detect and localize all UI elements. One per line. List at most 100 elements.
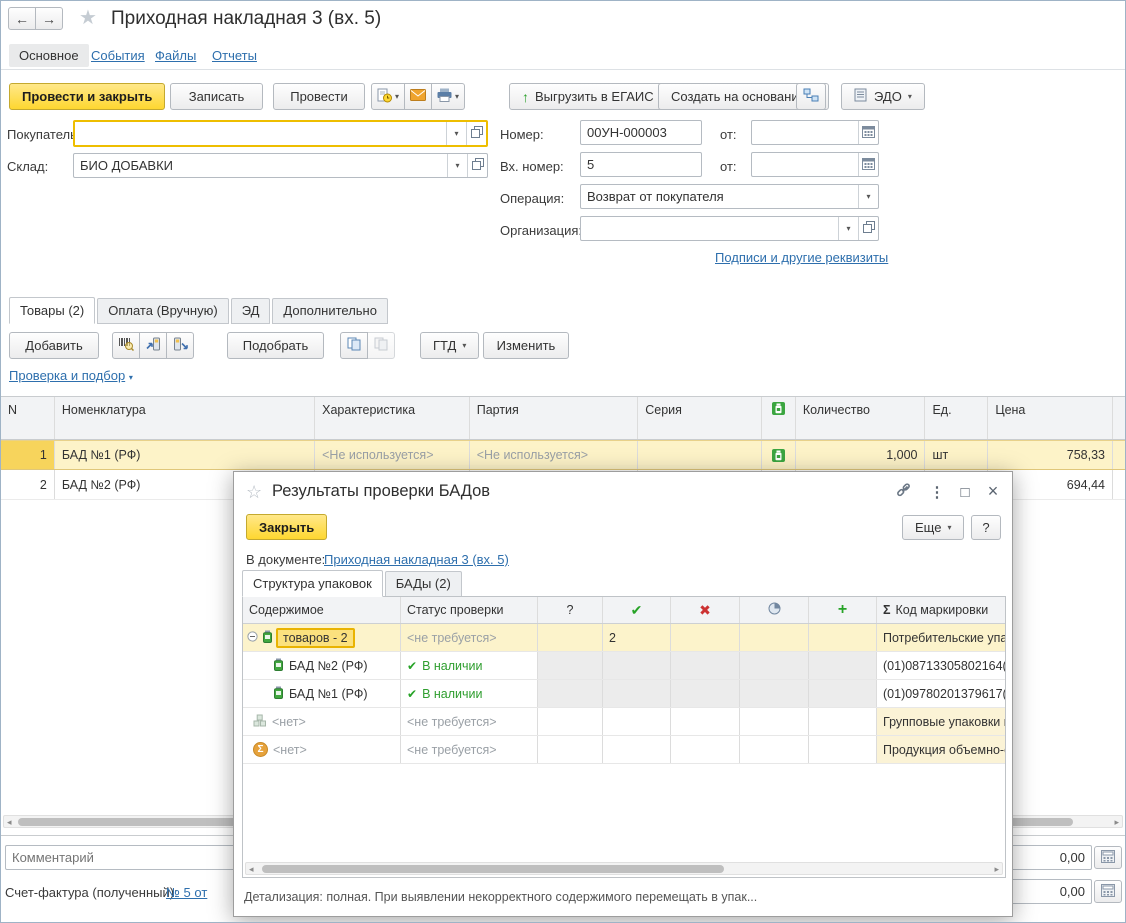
organization-combo[interactable]: ▾ bbox=[580, 216, 879, 241]
forward-button[interactable]: → bbox=[35, 7, 63, 30]
paste-rows-button[interactable] bbox=[367, 332, 395, 359]
scroll-right-icon[interactable]: ▸ bbox=[994, 863, 999, 876]
related-documents-button[interactable] bbox=[796, 83, 826, 110]
edo-button[interactable]: ЭДО ▾ bbox=[841, 83, 925, 110]
tab-ed[interactable]: ЭД bbox=[230, 298, 271, 324]
tab-goods[interactable]: Товары (2) bbox=[9, 297, 96, 324]
operation-dropdown[interactable]: ▾ bbox=[858, 185, 878, 208]
date-field[interactable] bbox=[751, 120, 879, 145]
maximize-icon[interactable]: □ bbox=[954, 482, 976, 502]
table-row[interactable]: <нет> <не требуется> Групповые упаковки … bbox=[243, 708, 1005, 736]
nav-main[interactable]: Основное bbox=[9, 44, 89, 67]
col-nomenclature[interactable]: Номенклатура bbox=[55, 397, 316, 439]
buyer-combo[interactable]: ▾ bbox=[73, 120, 488, 147]
table-row[interactable]: 1 БАД №1 (РФ) <Не используется> <Не испо… bbox=[1, 440, 1125, 470]
more-button[interactable]: Еще ▾ bbox=[902, 515, 965, 540]
tab-additional[interactable]: Дополнительно bbox=[272, 298, 388, 324]
calculator-button[interactable] bbox=[1094, 846, 1122, 869]
warehouse-dropdown[interactable]: ▾ bbox=[447, 154, 467, 177]
help-button[interactable]: ? bbox=[971, 515, 1001, 540]
copy-rows-button[interactable] bbox=[340, 332, 368, 359]
table-row[interactable]: БАД №1 (РФ) ✔ В наличии (01)0978020137961… bbox=[243, 680, 1005, 708]
calendar-button[interactable] bbox=[858, 153, 878, 176]
upload-egais-button[interactable]: ↑ Выгрузить в ЕГАИС bbox=[509, 83, 667, 110]
terminal-in-icon bbox=[145, 337, 161, 354]
get-link-button[interactable] bbox=[892, 482, 914, 502]
barcode-scan-button[interactable] bbox=[112, 332, 140, 359]
col-unit[interactable]: Ед. bbox=[925, 397, 989, 439]
collapse-icon[interactable] bbox=[247, 630, 258, 645]
operation-combo[interactable]: Возврат от покупателя ▾ bbox=[580, 184, 879, 209]
in-document-label: В документе: bbox=[246, 552, 326, 567]
number-field[interactable]: 00УН-000003 bbox=[580, 120, 702, 145]
col-marking-code[interactable]: Σ Код маркировки bbox=[877, 597, 1005, 623]
edo-label: ЭДО bbox=[874, 89, 902, 104]
dialog-close-button[interactable]: Закрыть bbox=[246, 514, 328, 540]
cell-found-count: 2 bbox=[603, 624, 671, 651]
check-and-pick-link[interactable]: Проверка и подбор ▾ bbox=[9, 368, 133, 383]
organization-open-button[interactable] bbox=[858, 217, 878, 240]
send-mail-button[interactable] bbox=[404, 83, 433, 110]
in-date-field[interactable] bbox=[751, 152, 879, 177]
buyer-open-button[interactable] bbox=[466, 122, 486, 145]
invoice-link[interactable]: № 5 от bbox=[166, 885, 207, 900]
calculator-button[interactable] bbox=[1094, 880, 1122, 903]
col-extra-found[interactable]: + bbox=[809, 597, 877, 623]
table-row[interactable]: товаров - 2 <не требуется> 2 Потребитель… bbox=[243, 624, 1005, 652]
warehouse-combo[interactable]: БИО ДОБАВКИ ▾ bbox=[73, 153, 488, 178]
pick-items-button[interactable]: Подобрать bbox=[227, 332, 324, 359]
post-button[interactable]: Провести bbox=[273, 83, 365, 110]
scroll-left-icon[interactable]: ◂ bbox=[7, 816, 12, 829]
close-icon[interactable]: × bbox=[982, 481, 1004, 501]
col-quantity[interactable]: Количество bbox=[796, 397, 926, 439]
organization-dropdown[interactable]: ▾ bbox=[838, 217, 858, 240]
check-results-table: Содержимое Статус проверки ? ✔ ✖ + Σ Код … bbox=[242, 596, 1006, 878]
save-button[interactable]: Записать bbox=[170, 83, 263, 110]
in-number-field[interactable]: 5 bbox=[580, 152, 702, 177]
table-row[interactable]: БАД №2 (РФ) ✔ В наличии (01)0871330580216… bbox=[243, 652, 1005, 680]
add-item-button[interactable]: Добавить bbox=[9, 332, 99, 359]
tab-package-structure[interactable]: Структура упаковок bbox=[242, 570, 383, 597]
col-found[interactable]: ✔ bbox=[603, 597, 671, 623]
favorite-star-icon[interactable]: ☆ bbox=[246, 482, 262, 503]
col-n[interactable]: N bbox=[1, 397, 55, 439]
tsd-load-button[interactable] bbox=[139, 332, 167, 359]
col-status[interactable]: Статус проверки bbox=[401, 597, 538, 623]
col-price[interactable]: Цена bbox=[988, 397, 1113, 439]
calendar-button[interactable] bbox=[858, 121, 878, 144]
caret-down-icon: ▾ bbox=[907, 91, 912, 101]
posting-details-button[interactable]: ▾ bbox=[371, 83, 406, 110]
dialog-table-hscrollbar[interactable]: ◂ ▸ bbox=[245, 862, 1003, 875]
col-batch[interactable]: Партия bbox=[470, 397, 639, 439]
edit-item-button[interactable]: Изменить bbox=[483, 332, 569, 359]
table-row[interactable]: Σ <нет> <не требуется> Продукция объемно… bbox=[243, 736, 1005, 764]
scroll-right-icon[interactable]: ▸ bbox=[1114, 816, 1119, 829]
print-button[interactable]: ▾ bbox=[431, 83, 466, 110]
kebab-menu-icon[interactable]: ⋮ bbox=[926, 482, 948, 502]
tab-bads[interactable]: БАДы (2) bbox=[384, 571, 462, 597]
nav-link-events[interactable]: События bbox=[91, 48, 145, 63]
col-unchecked[interactable]: ? bbox=[538, 597, 603, 623]
mail-icon bbox=[410, 89, 427, 104]
tsd-unload-button[interactable] bbox=[166, 332, 194, 359]
col-content[interactable]: Содержимое bbox=[243, 597, 401, 623]
in-document-link[interactable]: Приходная накладная 3 (вх. 5) bbox=[324, 552, 509, 567]
nav-link-files[interactable]: Файлы bbox=[155, 48, 196, 63]
nav-link-reports[interactable]: Отчеты bbox=[212, 48, 257, 63]
post-and-close-button[interactable]: Провести и закрыть bbox=[9, 83, 166, 110]
favorite-star-icon[interactable]: ★ bbox=[79, 5, 97, 30]
scroll-left-icon[interactable]: ◂ bbox=[249, 863, 254, 876]
back-button[interactable]: ← bbox=[8, 7, 36, 30]
gtd-button[interactable]: ГТД ▾ bbox=[420, 332, 480, 359]
col-marking[interactable] bbox=[762, 397, 796, 439]
col-series[interactable]: Серия bbox=[638, 397, 762, 439]
signatures-link[interactable]: Подписи и другие реквизиты bbox=[715, 250, 888, 265]
col-characteristic[interactable]: Характеристика bbox=[315, 397, 470, 439]
col-pending[interactable] bbox=[740, 597, 809, 623]
scrollbar-thumb[interactable] bbox=[262, 865, 724, 873]
buyer-dropdown[interactable]: ▾ bbox=[446, 122, 466, 145]
tab-payment[interactable]: Оплата (Вручную) bbox=[97, 298, 229, 324]
col-not-found[interactable]: ✖ bbox=[671, 597, 740, 623]
row-number: 2 bbox=[1, 470, 55, 499]
warehouse-open-button[interactable] bbox=[467, 154, 487, 177]
